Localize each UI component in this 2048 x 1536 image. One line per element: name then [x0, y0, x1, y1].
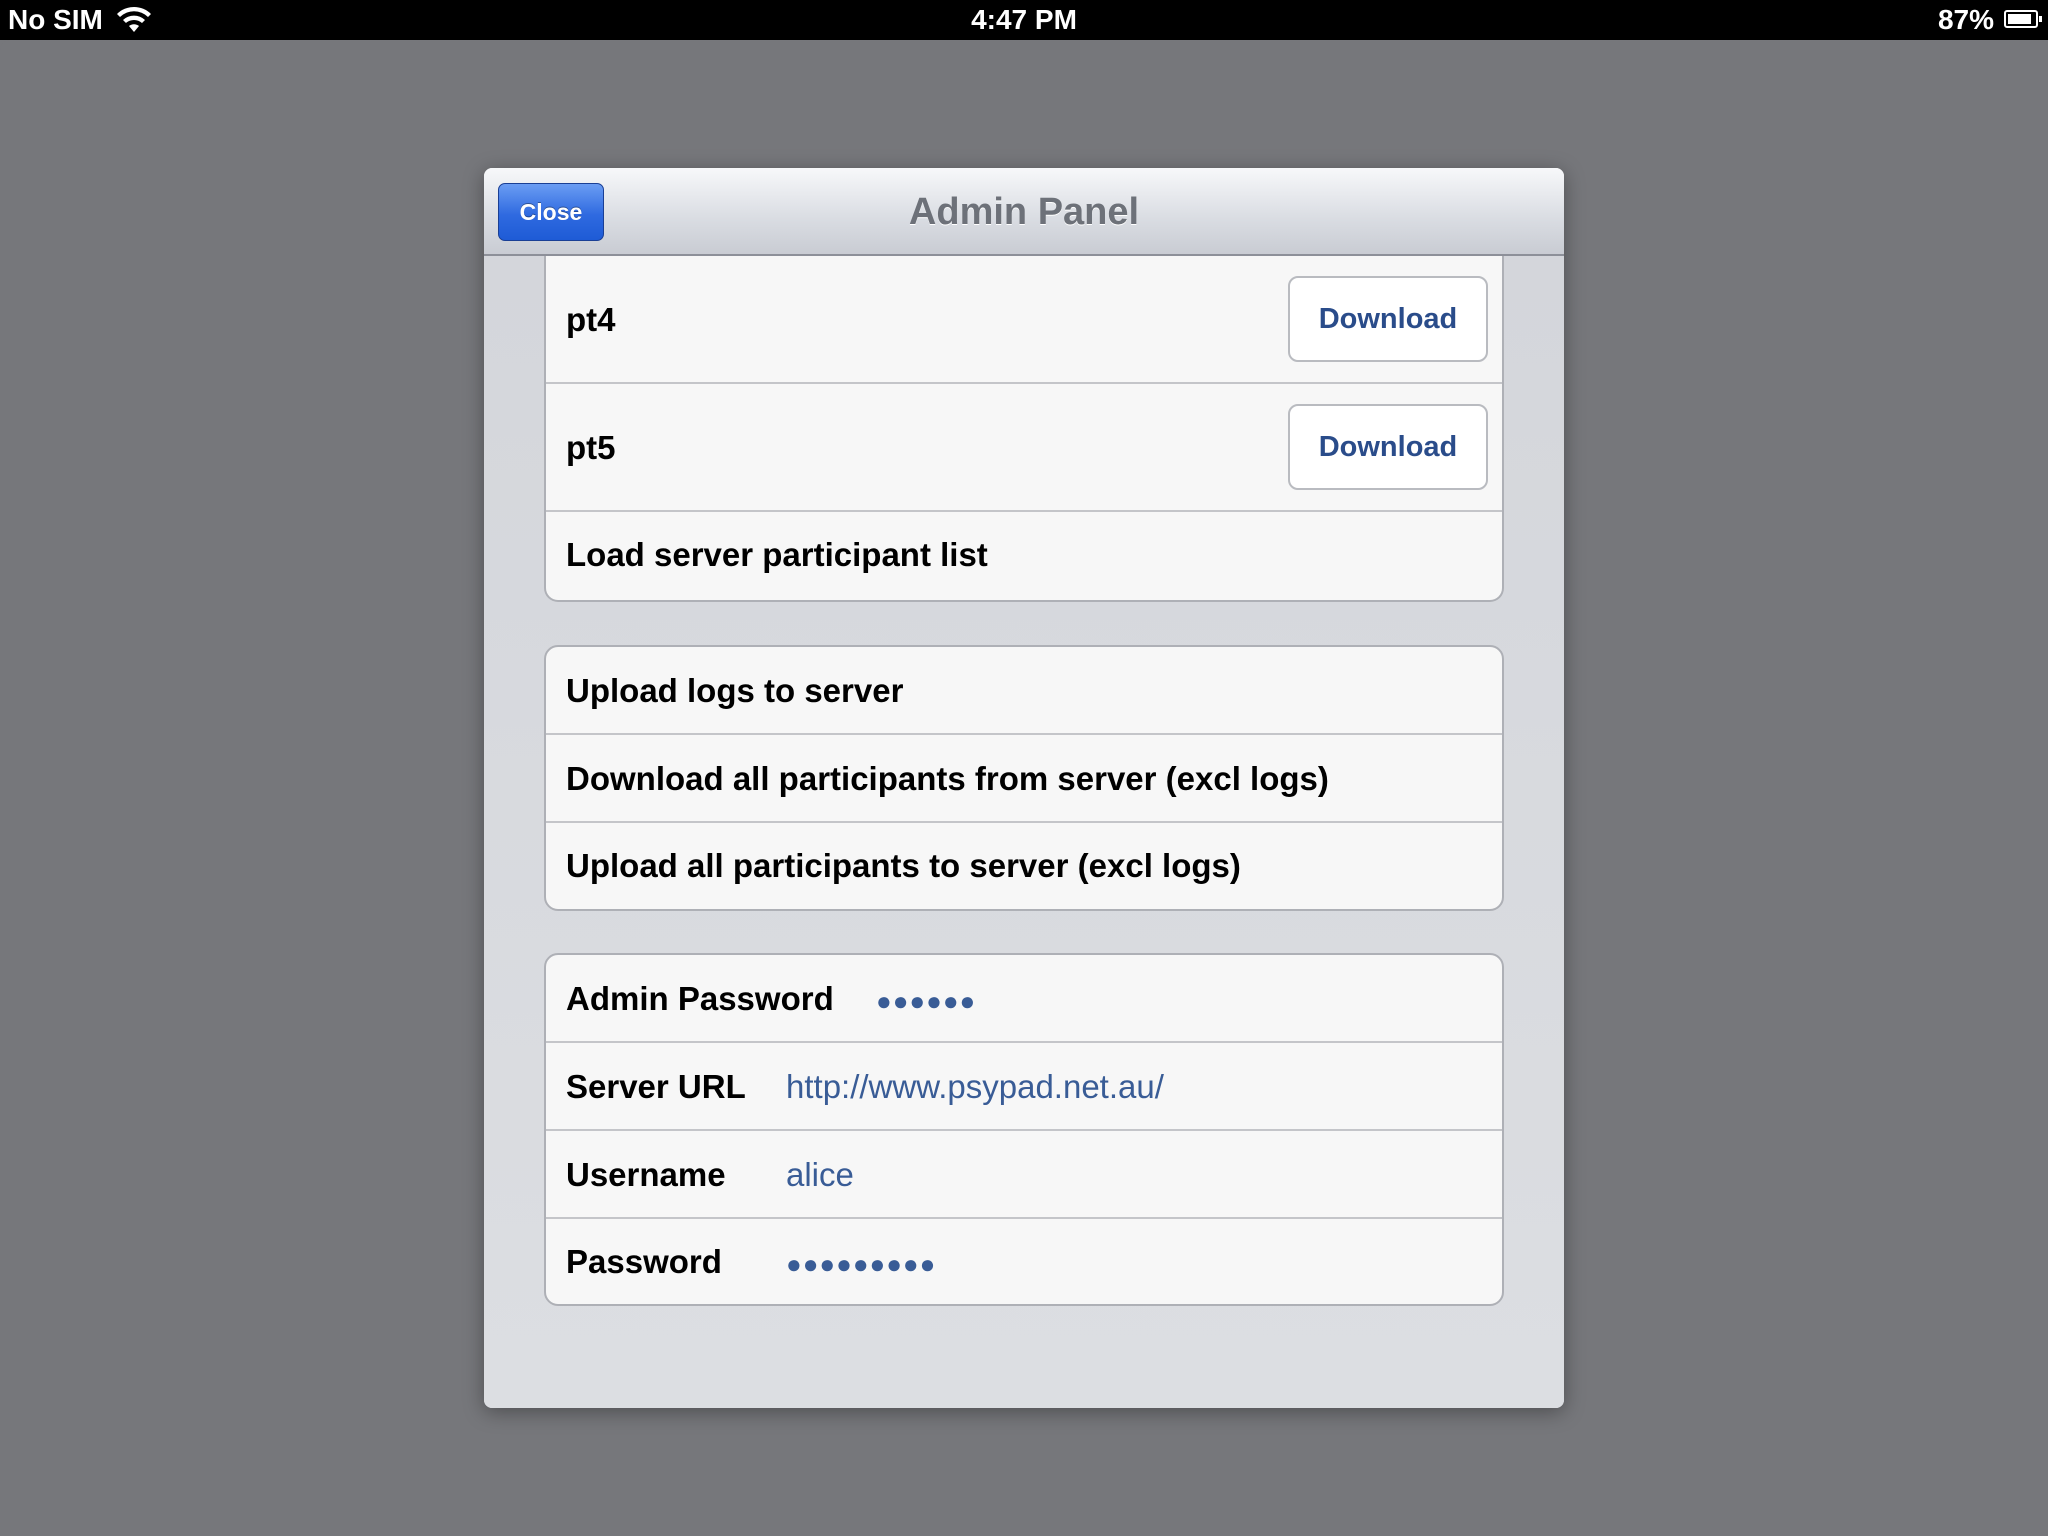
clock: 4:47 PM	[971, 4, 1077, 35]
modal-title: Admin Panel	[908, 191, 1140, 233]
battery-percent: 87%	[1937, 4, 1994, 35]
server-url-field[interactable]: http://www.psypad.net.au/	[786, 1043, 1164, 1131]
close-button[interactable]: Close	[498, 183, 604, 241]
download-all-participants-row[interactable]: Download all participants from server (e…	[546, 735, 1502, 823]
upload-logs-label: Upload logs to server	[566, 672, 904, 709]
admin-password-row: Admin Password ●●●●●●	[546, 955, 1502, 1043]
load-server-participant-list-label: Load server participant list	[566, 536, 988, 573]
status-bar: No SIM 4:47 PM 87%	[0, 0, 2048, 40]
upload-all-participants-label: Upload all participants to server (excl …	[566, 847, 1241, 884]
password-row: Password ●●●●●●●●●	[546, 1219, 1502, 1304]
navigation-bar: Admin Panel Close	[484, 168, 1564, 256]
settings-section: Admin Password ●●●●●● Server URL http://www…	[544, 953, 1504, 1306]
participant-name: pt5	[566, 429, 616, 466]
download-pt5-button[interactable]: Download	[1288, 404, 1488, 490]
battery-icon	[2004, 10, 2042, 28]
server-url-label: Server URL	[566, 1068, 746, 1105]
participant-name: pt4	[566, 301, 616, 338]
upload-all-participants-row[interactable]: Upload all participants to server (excl …	[546, 823, 1502, 909]
admin-panel-modal: Admin Panel Close pt4 Download pt5 Downl…	[484, 168, 1564, 1408]
username-field[interactable]: alice	[786, 1131, 854, 1219]
username-label: Username	[566, 1156, 726, 1193]
download-pt4-button[interactable]: Download	[1288, 276, 1488, 362]
participant-row-pt4: pt4 Download	[546, 256, 1502, 384]
battery-fill	[2008, 14, 2031, 24]
server-actions-section: Upload logs to server Download all partic…	[544, 645, 1504, 911]
password-field[interactable]: ●●●●●●●●●	[786, 1219, 936, 1304]
participant-list-section: pt4 Download pt5 Download Load server pa…	[544, 256, 1504, 602]
admin-panel-content[interactable]: pt4 Download pt5 Download Load server pa…	[484, 256, 1564, 1408]
server-url-row: Server URL http://www.psypad.net.au/	[546, 1043, 1502, 1131]
admin-password-label: Admin Password	[566, 980, 834, 1017]
download-all-participants-label: Download all participants from server (e…	[566, 760, 1329, 797]
upload-logs-row[interactable]: Upload logs to server	[546, 647, 1502, 735]
load-server-participant-list-row[interactable]: Load server participant list	[546, 512, 1502, 598]
username-row: Username alice	[546, 1131, 1502, 1219]
admin-password-field[interactable]: ●●●●●●	[876, 955, 976, 1047]
participant-row-pt5: pt5 Download	[546, 384, 1502, 512]
password-label: Password	[566, 1243, 722, 1280]
